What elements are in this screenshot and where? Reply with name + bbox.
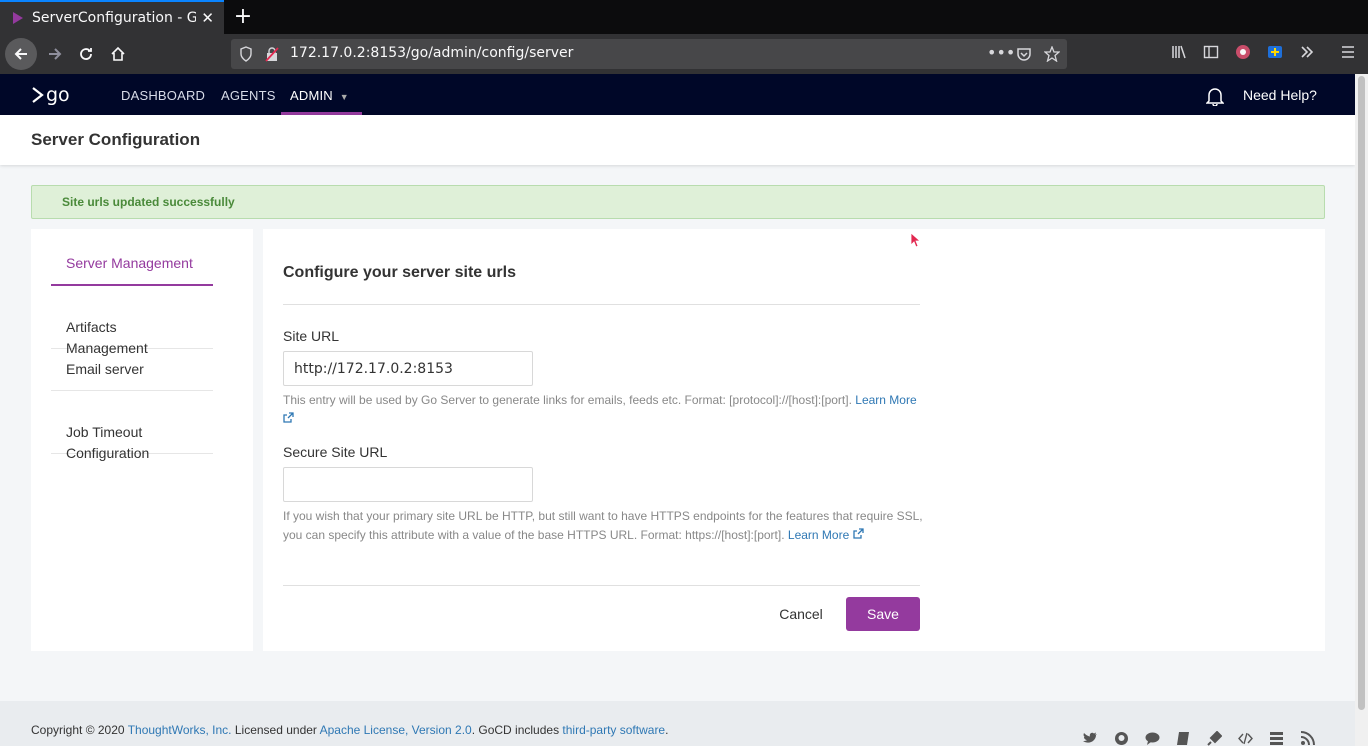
site-url-label: Site URL: [283, 328, 340, 344]
license-link[interactable]: Apache License, Version 2.0: [320, 723, 472, 737]
go-logo-icon: [32, 87, 44, 103]
sidebar-item-job-timeout[interactable]: Job Timeout Configuration: [51, 401, 213, 461]
library-icon[interactable]: [1171, 44, 1187, 60]
sidebar-item-label: Artifacts Management: [66, 319, 148, 356]
learn-more-label: Learn More: [855, 393, 917, 407]
scrollbar-thumb[interactable]: [1358, 76, 1365, 710]
nav-admin-label: ADMIN: [290, 88, 333, 103]
sidebar-icon[interactable]: [1203, 44, 1219, 60]
caret-down-icon: ▼: [339, 92, 349, 102]
server-icon[interactable]: [1269, 731, 1284, 746]
page-actions-icon[interactable]: •••: [987, 43, 1015, 62]
sidebar-item-label: Email server: [66, 361, 144, 377]
sidebar-item-email-server[interactable]: Email server: [51, 359, 213, 391]
chat-icon[interactable]: [1145, 731, 1160, 746]
sidebar-item-artifacts-management[interactable]: Artifacts Management: [51, 296, 213, 356]
sidebar-item-server-management[interactable]: Server Management: [51, 253, 213, 286]
nav-dashboard[interactable]: DASHBOARD: [121, 88, 205, 103]
reload-icon: [80, 48, 92, 60]
need-help-link[interactable]: Need Help?: [1243, 87, 1317, 103]
back-arrow-icon: [14, 48, 27, 60]
shield-icon: [240, 46, 252, 62]
address-bar[interactable]: 172.17.0.2:8153/go/admin/config/server •…: [231, 39, 1067, 69]
divider: [283, 585, 920, 586]
home-icon: [111, 46, 125, 61]
insecure-lock-icon: [265, 47, 279, 62]
pocket-icon[interactable]: [1016, 46, 1032, 62]
code-icon[interactable]: [1238, 731, 1253, 746]
plugin-icon[interactable]: [1207, 731, 1222, 746]
site-url-help-text: This entry will be used by Go Server to …: [283, 393, 852, 407]
bookmark-star-icon[interactable]: [1044, 46, 1060, 62]
save-button[interactable]: Save: [846, 597, 920, 631]
app-header: go DASHBOARD AGENTS ADMIN ▼ Need Help?: [0, 74, 1355, 115]
forward-arrow-icon: [49, 48, 62, 60]
divider: [283, 304, 920, 305]
twitter-icon[interactable]: [1083, 731, 1098, 746]
third-party-link[interactable]: third-party software: [562, 723, 665, 737]
bell-icon[interactable]: [1206, 86, 1224, 106]
secure-site-url-help: If you wish that your primary site URL b…: [283, 507, 923, 545]
external-link-icon: [852, 528, 864, 539]
footer-copyright: Copyright © 2020 ThoughtWorks, Inc. Lice…: [31, 723, 668, 737]
back-button[interactable]: [5, 38, 37, 70]
page-footer: Copyright © 2020 ThoughtWorks, Inc. Lice…: [0, 701, 1355, 746]
learn-more-label: Learn More: [787, 528, 850, 542]
overflow-chevron-icon[interactable]: [1299, 44, 1315, 60]
footer-end: .: [665, 723, 669, 737]
gocd-favicon-icon: [13, 12, 23, 24]
extension-icon[interactable]: [1267, 44, 1283, 60]
form-title: Configure your server site urls: [283, 264, 516, 281]
logo-text: go: [46, 84, 70, 106]
secure-site-url-label: Secure Site URL: [283, 444, 388, 460]
secure-site-url-input[interactable]: [283, 467, 533, 502]
close-tab-icon[interactable]: ✕: [201, 9, 214, 27]
rss-icon[interactable]: [1300, 731, 1315, 746]
sidebar-item-label: Server Management: [66, 255, 193, 271]
copyright-text: Copyright © 2020: [31, 723, 128, 737]
extension-icon[interactable]: [1235, 44, 1251, 60]
licensed-text: Licensed under: [231, 723, 320, 737]
new-tab-icon[interactable]: +: [232, 4, 254, 29]
page-scrollbar[interactable]: [1355, 74, 1368, 746]
nav-agents[interactable]: AGENTS: [221, 88, 276, 103]
success-flash-message: Site urls updated successfully: [31, 185, 1325, 219]
includes-text: . GoCD includes: [471, 723, 563, 737]
cancel-button[interactable]: Cancel: [763, 597, 839, 631]
server-config-form: Configure your server site urls Site URL…: [263, 229, 1325, 651]
nav-admin[interactable]: ADMIN ▼: [290, 88, 349, 103]
flash-text: Site urls updated successfully: [62, 195, 235, 209]
menu-icon[interactable]: [1340, 44, 1356, 60]
home-button[interactable]: [103, 40, 133, 68]
browser-toolbar: 172.17.0.2:8153/go/admin/config/server •…: [0, 34, 1368, 74]
browser-tab-bar: ServerConfiguration - Go ✕ +: [0, 0, 1368, 34]
gocd-logo[interactable]: go: [31, 84, 70, 106]
page-header: Server Configuration: [0, 115, 1355, 165]
browser-tab[interactable]: ServerConfiguration - Go ✕: [0, 0, 224, 34]
tab-title: ServerConfiguration - Go: [32, 10, 196, 26]
learn-more-link[interactable]: Learn More: [788, 528, 864, 542]
book-icon[interactable]: [1176, 731, 1191, 746]
url-text: 172.17.0.2:8153/go/admin/config/server: [290, 45, 574, 61]
settings-sidebar: Server Management Artifacts Management E…: [31, 229, 253, 651]
sidebar-item-label: Job Timeout Configuration: [66, 424, 150, 461]
external-link-icon: [283, 412, 294, 423]
forward-button[interactable]: [40, 40, 70, 68]
page-title: Server Configuration: [31, 130, 201, 149]
reload-button[interactable]: [71, 40, 101, 68]
site-url-help: This entry will be used by Go Server to …: [283, 391, 923, 429]
thoughtworks-link[interactable]: ThoughtWorks, Inc.: [128, 723, 232, 737]
site-url-input[interactable]: [283, 351, 533, 386]
footer-social-icons: [1083, 731, 1315, 746]
mouse-cursor-icon: [910, 232, 922, 248]
github-icon[interactable]: [1114, 731, 1129, 746]
